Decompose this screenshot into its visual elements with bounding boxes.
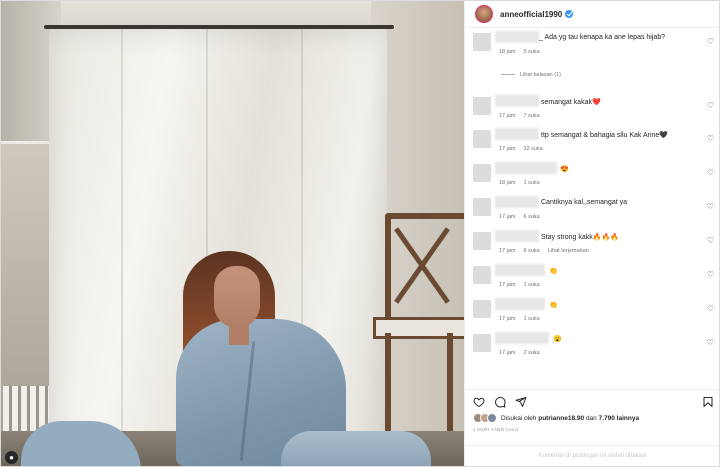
liker-avatar — [487, 413, 497, 423]
post-header: anneofficial1990 — [465, 1, 719, 28]
post-side-panel: anneofficial1990 _ Ada yg tau kenapa ka … — [464, 1, 719, 466]
liked-by-others[interactable]: 7.790 lainnya — [599, 415, 639, 422]
heart-outline-icon[interactable] — [473, 396, 485, 408]
comment-meta: 17 jam 1 suka — [499, 316, 548, 322]
comment-time: 17 jam — [499, 146, 516, 152]
comment-like-icon[interactable]: ♡ — [707, 338, 714, 347]
person-legs — [281, 431, 431, 466]
comment-like-icon[interactable]: ♡ — [707, 101, 714, 110]
comment-item: ttp semangat & bahagia sllu Kak Anne🖤 17… — [465, 126, 719, 160]
cloth-fold — [121, 29, 123, 466]
comment-icon[interactable] — [494, 396, 506, 408]
instagram-post-window: ● anneofficial1990 _ Ada yg tau kenapa k… — [0, 0, 720, 467]
comment-time: 17 jam — [499, 316, 516, 322]
comment-like-icon[interactable]: ♡ — [707, 236, 714, 245]
comment-item: 😍 18 jam 1 suka ♡ — [465, 160, 719, 194]
comment-like-icon[interactable]: ♡ — [707, 134, 714, 143]
comment-text: semangat kakak❤️ — [541, 99, 601, 106]
comment-time: 17 jam — [499, 350, 516, 356]
comment-text: Cantiknya kal,,semangat ya — [541, 199, 627, 206]
commenter-avatar[interactable] — [473, 33, 491, 51]
comment-text: 👏 — [549, 302, 558, 309]
comment-time: 17 jam — [499, 248, 516, 254]
view-replies-link[interactable]: Lihat balasan (1) — [501, 72, 561, 78]
paper-plane-icon[interactable] — [515, 396, 527, 408]
comment-text: _ Ada yg tau kenapa ka ane lepas hijab? — [539, 34, 666, 41]
person-face — [214, 266, 260, 328]
comment-likes[interactable]: 1 suka — [524, 316, 540, 322]
liked-by-middle: dan — [585, 414, 597, 422]
comment-time: 18 jam — [499, 49, 516, 55]
comment-item: 👏 17 jam 1 suka ♡ — [465, 262, 719, 296]
comment-like-icon[interactable]: ♡ — [707, 304, 714, 313]
post-photo[interactable]: ● — [1, 1, 464, 466]
comment-like-icon[interactable]: ♡ — [707, 202, 714, 211]
commenter-name-blurred — [495, 31, 539, 43]
commenter-name-blurred — [495, 264, 545, 276]
commenter-avatar[interactable] — [473, 232, 491, 250]
comment-likes[interactable]: 32 suka — [524, 146, 543, 152]
comment-text: Stay strong kakk🔥🔥🔥 — [541, 234, 619, 241]
comment-likes[interactable]: 5 suka — [524, 49, 540, 55]
commenter-name-blurred — [495, 95, 539, 107]
comment-item: semangat kakak❤️ 17 jam 7 suka ♡ — [465, 93, 719, 127]
author-username[interactable]: anneofficial1990 — [500, 10, 562, 19]
comment-like-icon[interactable]: ♡ — [707, 270, 714, 279]
author-avatar[interactable] — [475, 5, 493, 23]
commenter-name-blurred — [495, 230, 539, 242]
comment-item: 😮 17 jam 2 suka ♡ — [465, 330, 719, 364]
comment-likes[interactable]: 1 suka — [524, 180, 540, 186]
post-timestamp[interactable]: 1 HARI YANG LALU — [473, 427, 518, 432]
commenter-avatar[interactable] — [473, 300, 491, 318]
comment-time: 17 jam — [499, 214, 516, 220]
comment-item: 👏 17 jam 1 suka ♡ — [465, 296, 719, 330]
translate-link[interactable]: Lihat terjemahan — [548, 248, 589, 254]
comments-closed-notice: Komentar di postingan ini sudah dibatasi — [465, 445, 719, 466]
post-actions-bar — [465, 389, 719, 412]
commenter-name-blurred — [495, 196, 539, 208]
comment-likes[interactable]: 2 suka — [524, 350, 540, 356]
comment-likes[interactable]: 1 suka — [524, 282, 540, 288]
comment-meta: 17 jam 6 suka Lihat terjemahan — [499, 248, 597, 254]
comment-text: ttp semangat & bahagia sllu Kak Anne🖤 — [541, 132, 669, 139]
comment-meta: 17 jam 2 suka — [499, 350, 548, 356]
commenter-avatar[interactable] — [473, 97, 491, 115]
comment-meta: 18 jam 5 suka — [499, 49, 548, 55]
comment-text: 😍 — [560, 166, 569, 173]
comment-meta: 18 jam 1 suka — [499, 180, 548, 186]
comment-likes[interactable]: 7 suka — [524, 113, 540, 119]
commenter-name-blurred — [495, 128, 539, 140]
commenter-avatar[interactable] — [473, 164, 491, 182]
comment-meta: 17 jam 7 suka — [499, 113, 548, 119]
comment-time: 17 jam — [499, 113, 516, 119]
comment-meta: 17 jam 1 suka — [499, 282, 548, 288]
liked-by-user[interactable]: putrianne18.90 — [538, 415, 584, 422]
comment-item: _ Ada yg tau kenapa ka ane lepas hijab? … — [465, 29, 719, 78]
comments-list[interactable]: _ Ada yg tau kenapa ka ane lepas hijab? … — [465, 29, 719, 384]
verified-badge-icon — [565, 10, 574, 18]
comment-like-icon[interactable]: ♡ — [707, 168, 714, 177]
bookmark-icon[interactable] — [702, 396, 714, 408]
likes-summary: Disukai oleh putrianne18.90 dan 7.790 la… — [473, 413, 639, 423]
comment-likes[interactable]: 6 suka — [524, 248, 540, 254]
comment-meta: 17 jam 32 suka — [499, 146, 551, 152]
comment-text: 😮 — [553, 336, 562, 343]
comment-time: 18 jam — [499, 180, 516, 186]
comment-like-icon[interactable]: ♡ — [707, 37, 714, 46]
comment-likes[interactable]: 6 suka — [524, 214, 540, 220]
commenter-avatar[interactable] — [473, 334, 491, 352]
commenter-avatar[interactable] — [473, 266, 491, 284]
liked-by-prefix: Disukai oleh — [501, 414, 537, 422]
commenter-avatar[interactable] — [473, 198, 491, 216]
commenter-name-blurred — [495, 332, 549, 344]
comment-item: Cantiknya kal,,semangat ya 17 jam 6 suka … — [465, 194, 719, 228]
commenter-avatar[interactable] — [473, 130, 491, 148]
tagged-user-icon[interactable]: ● — [5, 451, 18, 464]
comment-text: 👏 — [549, 268, 558, 275]
comment-meta: 17 jam 6 suka — [499, 214, 548, 220]
comment-item: Stay strong kakk🔥🔥🔥 17 jam 6 suka Lihat te… — [465, 228, 719, 262]
commenter-name-blurred — [495, 298, 545, 310]
comment-time: 17 jam — [499, 282, 516, 288]
commenter-name-blurred — [495, 162, 557, 174]
